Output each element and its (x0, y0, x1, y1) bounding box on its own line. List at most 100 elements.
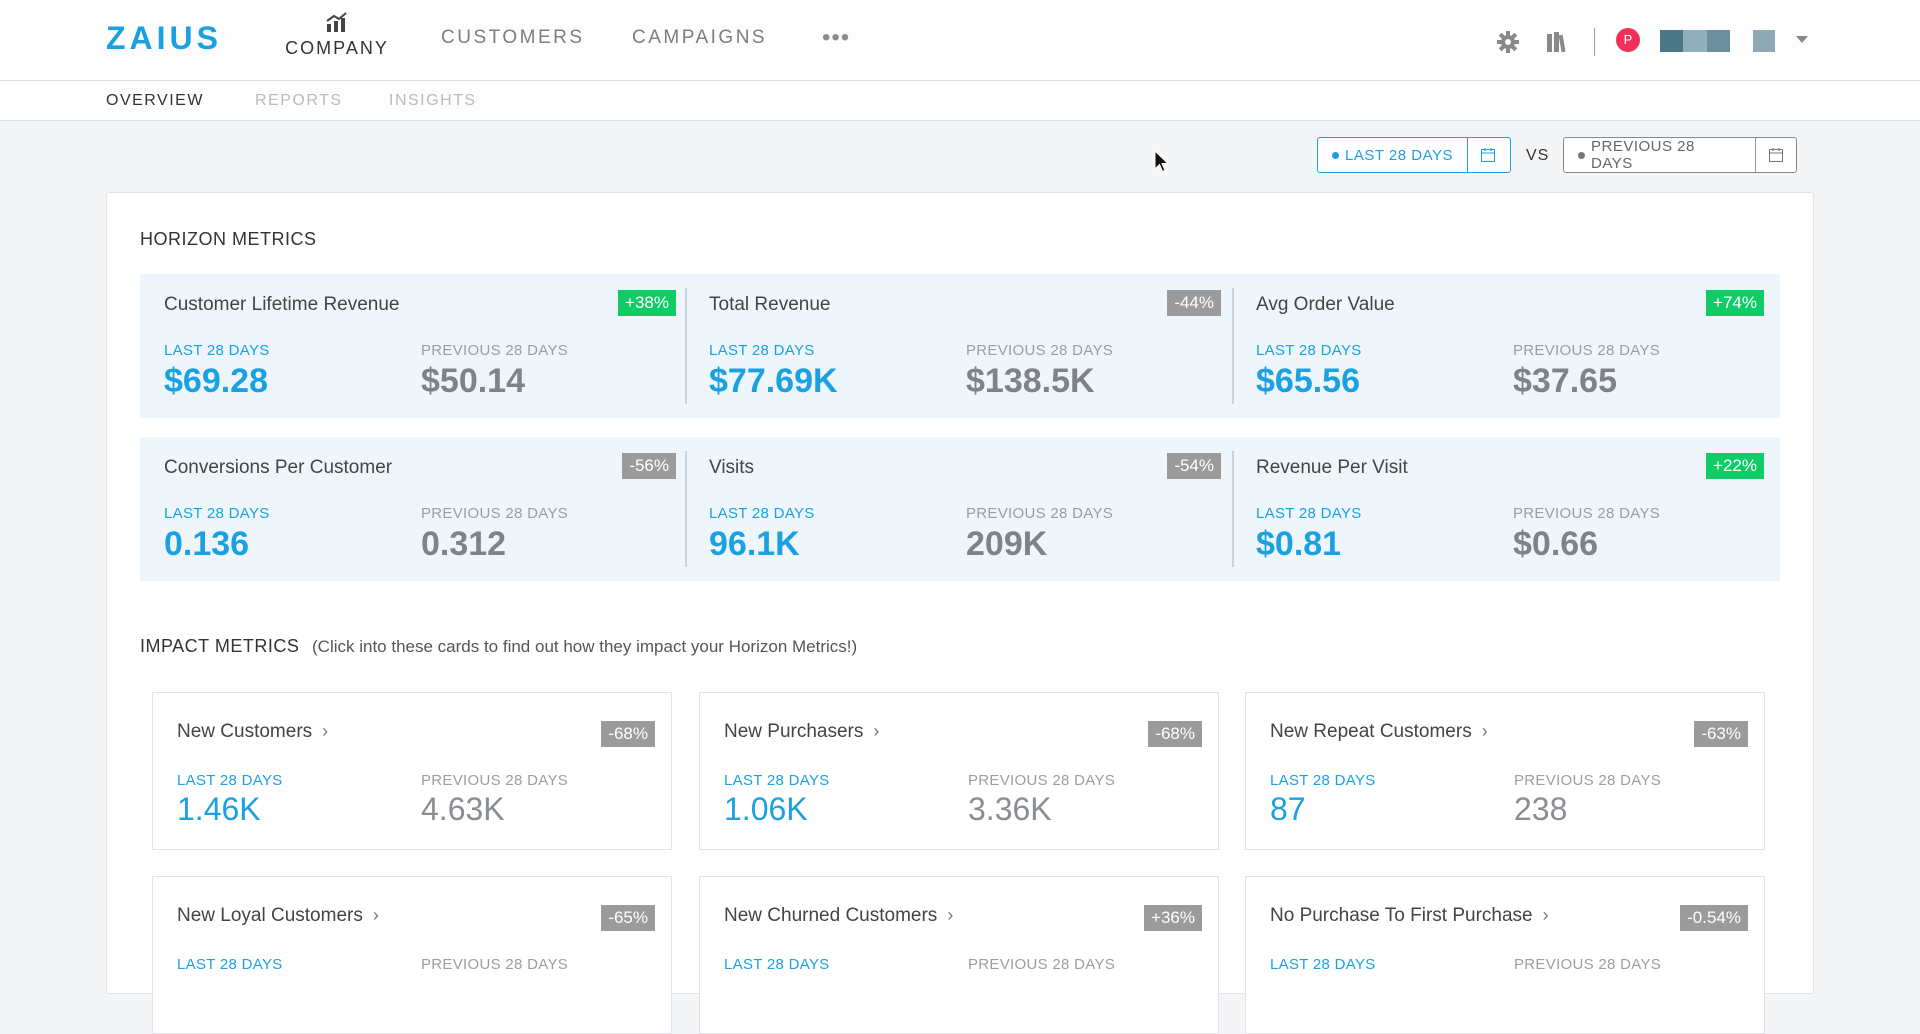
change-badge: -63% (1694, 721, 1748, 747)
horizon-metrics-title: HORIZON METRICS (140, 229, 317, 249)
account-avatar[interactable] (1753, 30, 1775, 52)
current-date-range-button[interactable]: LAST 28 DAYS (1317, 137, 1511, 173)
nav-campaigns[interactable]: CAMPAIGNS (632, 27, 767, 49)
change-badge: -68% (601, 721, 655, 747)
previous-value: $138.5K (966, 362, 1095, 400)
metric-name: Conversions Per Customer (164, 457, 393, 478)
current-value: 87 (1270, 791, 1306, 827)
current-period-label: LAST 28 DAYS (177, 772, 283, 789)
column-divider (1232, 451, 1234, 567)
metric-name: Total Revenue (709, 294, 831, 315)
change-badge: -65% (601, 905, 655, 931)
impact-card-new-purchasers[interactable]: New Purchasers › -68% LAST 28 DAYS PREVIO… (699, 692, 1219, 850)
column-divider (685, 288, 687, 404)
account-switcher[interactable] (1660, 30, 1730, 52)
metric-name: Revenue Per Visit (1256, 457, 1408, 478)
previous-period-label: PREVIOUS 28 DAYS (1513, 342, 1661, 359)
previous-period-label: PREVIOUS 28 DAYS (421, 772, 569, 789)
previous-period-label: PREVIOUS 28 DAYS (966, 342, 1114, 359)
tab-insights[interactable]: INSIGHTS (389, 92, 477, 110)
nav-company-label: COMPANY (285, 38, 389, 58)
current-range-dot (1332, 151, 1339, 159)
current-period-label: LAST 28 DAYS (1270, 956, 1376, 973)
previous-value: $0.66 (1513, 525, 1599, 563)
metric-name: New Purchasers (724, 721, 864, 742)
calendar-icon[interactable] (1467, 138, 1508, 172)
column-divider (1232, 288, 1234, 404)
previous-value: 238 (1514, 791, 1568, 827)
horizon-metric: Revenue Per Visit +22% LAST 28 DAYS PREV… (1232, 437, 1778, 581)
calendar-icon[interactable] (1755, 138, 1796, 172)
metric-name: Avg Order Value (1256, 294, 1395, 315)
library-icon[interactable] (1546, 31, 1566, 53)
current-period-label: LAST 28 DAYS (1270, 772, 1376, 789)
change-badge: -54% (1167, 453, 1221, 479)
chevron-right-icon: › (1481, 721, 1488, 741)
previous-period-label: PREVIOUS 28 DAYS (968, 772, 1116, 789)
previous-period-label: PREVIOUS 28 DAYS (1514, 772, 1662, 789)
previous-period-label: PREVIOUS 28 DAYS (1514, 956, 1662, 973)
current-value: $69.28 (164, 362, 268, 400)
tab-reports[interactable]: REPORTS (255, 92, 343, 110)
horizon-metric: Avg Order Value +74% LAST 28 DAYS PREVIO… (1232, 274, 1778, 418)
change-badge: -68% (1148, 721, 1202, 747)
nav-company[interactable]: COMPANY (280, 12, 394, 59)
previous-period-label: PREVIOUS 28 DAYS (968, 956, 1116, 973)
previous-value: 3.36K (968, 791, 1052, 827)
metric-name: New Churned Customers (724, 905, 938, 926)
metric-name: New Loyal Customers (177, 905, 363, 926)
previous-value: 0.312 (421, 525, 507, 563)
current-value: $0.81 (1256, 525, 1342, 563)
horizon-metric: Conversions Per Customer -56% LAST 28 DA… (140, 437, 686, 581)
previous-value: 209K (966, 525, 1048, 563)
chart-trend-icon (326, 12, 347, 32)
previous-value: $37.65 (1513, 362, 1617, 400)
change-badge: +22% (1706, 453, 1764, 479)
impact-card-new-repeat-customers[interactable]: New Repeat Customers › -63% LAST 28 DAYS … (1245, 692, 1765, 850)
change-badge: -44% (1167, 290, 1221, 316)
impact-metrics-title: IMPACT METRICS (140, 636, 300, 656)
mouse-cursor-icon (1154, 150, 1170, 173)
current-value: $65.56 (1256, 362, 1360, 400)
change-badge: -0.54% (1680, 905, 1748, 931)
current-value: 1.46K (177, 791, 261, 827)
chevron-down-icon[interactable] (1796, 36, 1808, 43)
chevron-right-icon: › (1542, 905, 1549, 925)
current-period-label: LAST 28 DAYS (724, 772, 830, 789)
change-badge: +36% (1144, 905, 1202, 931)
nav-more-button[interactable]: ••• (822, 24, 850, 52)
current-period-label: LAST 28 DAYS (164, 505, 270, 522)
impact-card-new-churned-customers[interactable]: New Churned Customers › +36% LAST 28 DAYS… (699, 876, 1219, 1034)
current-range-label: LAST 28 DAYS (1345, 146, 1453, 164)
current-value: 0.136 (164, 525, 250, 563)
previous-period-label: PREVIOUS 28 DAYS (1513, 505, 1661, 522)
change-badge: -56% (622, 453, 676, 479)
previous-range-dot (1578, 151, 1585, 159)
sub-navbar: OVERVIEW REPORTS INSIGHTS (0, 81, 1920, 121)
current-period-label: LAST 28 DAYS (709, 505, 815, 522)
current-value: 96.1K (709, 525, 800, 563)
gear-icon[interactable] (1496, 30, 1520, 54)
change-badge: +74% (1706, 290, 1764, 316)
impact-card-new-loyal-customers[interactable]: New Loyal Customers › -65% LAST 28 DAYS P… (152, 876, 672, 1034)
user-avatar[interactable]: P (1616, 28, 1640, 52)
toolbar-separator (1594, 28, 1595, 56)
tab-overview[interactable]: OVERVIEW (106, 92, 204, 110)
previous-date-range-button[interactable]: PREVIOUS 28 DAYS (1563, 137, 1797, 173)
horizon-row: Conversions Per Customer -56% LAST 28 DA… (140, 437, 1780, 581)
chevron-right-icon: › (372, 905, 379, 925)
nav-customers[interactable]: CUSTOMERS (441, 27, 585, 49)
column-divider (685, 451, 687, 567)
impact-card-new-customers[interactable]: New Customers › -68% LAST 28 DAYS PREVIOU… (152, 692, 672, 850)
impact-metrics-hint: (Click into these cards to find out how … (312, 637, 858, 656)
previous-period-label: PREVIOUS 28 DAYS (421, 505, 569, 522)
horizon-metric: Total Revenue -44% LAST 28 DAYS PREVIOUS… (685, 274, 1231, 418)
current-period-label: LAST 28 DAYS (1256, 505, 1362, 522)
current-period-label: LAST 28 DAYS (177, 956, 283, 973)
impact-card-no-purchase-to-first-purchase[interactable]: No Purchase To First Purchase › -0.54% LA… (1245, 876, 1765, 1034)
horizon-row: Customer Lifetime Revenue +38% LAST 28 D… (140, 274, 1780, 418)
zaius-logo[interactable]: ZAIUS (106, 20, 222, 57)
metric-name: Customer Lifetime Revenue (164, 294, 400, 315)
current-value: 1.06K (724, 791, 808, 827)
chevron-right-icon: › (947, 905, 954, 925)
